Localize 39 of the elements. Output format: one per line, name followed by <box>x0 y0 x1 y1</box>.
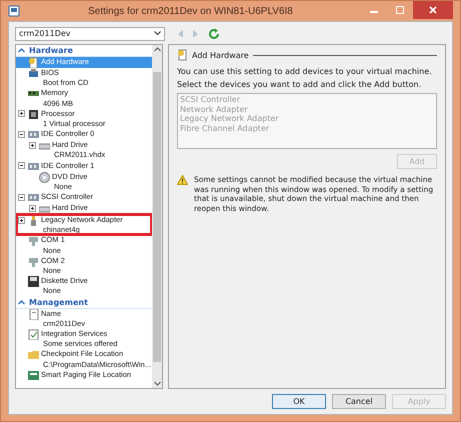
close-icon <box>429 6 437 14</box>
floppy-device-icon <box>28 276 39 288</box>
window-title: Settings for crm2011Dev on WIN81-U6PLV6I8 <box>87 6 294 16</box>
processor-device-icon <box>28 108 39 120</box>
expand-icon[interactable] <box>18 110 25 118</box>
maximize-icon <box>396 6 404 14</box>
collapse-icon[interactable] <box>18 194 25 201</box>
chevron-down-icon <box>154 31 161 36</box>
scroll-down-icon <box>154 381 160 386</box>
expand-icon[interactable] <box>29 142 36 149</box>
section-title: Hardware <box>29 46 73 55</box>
arrow-right-icon <box>192 28 200 38</box>
controller-device-icon <box>28 192 39 204</box>
folder-device-icon <box>28 349 39 360</box>
dvd-device-icon <box>39 172 50 183</box>
collapse-icon[interactable] <box>18 162 25 170</box>
panel-title: Add Hardware <box>192 50 249 60</box>
add-device-icon <box>28 57 39 68</box>
controller-device-icon <box>28 160 39 172</box>
intro-text: You can use this setting to add devices to your virtual machine. <box>177 67 433 76</box>
expand-icon[interactable] <box>18 216 25 224</box>
controller-device-icon <box>28 129 39 140</box>
scrollbar[interactable] <box>152 45 162 388</box>
app-icon <box>8 5 20 17</box>
refresh-icon <box>208 28 220 40</box>
section-title: Management <box>29 298 88 307</box>
warning-icon <box>177 175 188 185</box>
dialog-button[interactable]: Cancel <box>332 394 386 409</box>
dialog-button[interactable]: OK <box>272 394 326 409</box>
vm-dropdown[interactable]: crm2011Dev <box>15 26 165 40</box>
scroll-up-icon <box>154 47 160 52</box>
close-button[interactable] <box>413 1 453 19</box>
expand-icon[interactable] <box>29 204 36 212</box>
instruction-text: Select the devices you want to add and click the Add button. <box>177 80 422 89</box>
scrollbar-thumb[interactable] <box>153 72 161 362</box>
hardware-page-icon <box>177 49 188 61</box>
integration-device-icon <box>28 329 39 340</box>
arrow-left-icon <box>176 28 184 38</box>
collapse-icon[interactable] <box>18 130 25 138</box>
